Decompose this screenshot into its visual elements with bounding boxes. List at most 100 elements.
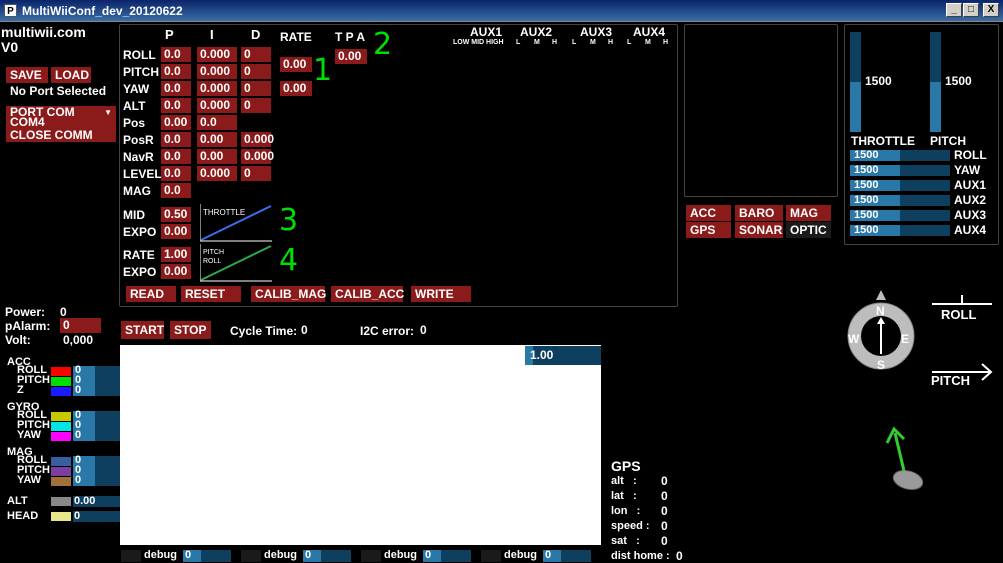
pid-roll-i-field[interactable]: 0.000 bbox=[197, 47, 237, 62]
debug-4-label: debug bbox=[504, 549, 537, 561]
rc-yaw-value: 1500 bbox=[854, 164, 879, 176]
pid-pos-i-field[interactable]: 0.0 bbox=[197, 115, 237, 130]
acc-legend-z-toggle[interactable] bbox=[51, 387, 71, 396]
debug-1-toggle[interactable] bbox=[121, 550, 141, 562]
aux2-sub-m: M bbox=[534, 39, 540, 46]
i2c-error-label: I2C error: bbox=[360, 324, 415, 338]
read-button[interactable]: READ bbox=[126, 286, 176, 302]
orientation-3d-view bbox=[885, 426, 924, 491]
sensor-graph[interactable] bbox=[120, 345, 601, 545]
gyro-legend-pitch-toggle[interactable] bbox=[51, 422, 71, 431]
pid-alt-d-field[interactable]: 0 bbox=[241, 98, 271, 113]
tpa-field[interactable]: 0.00 bbox=[335, 49, 367, 64]
gps-row-label-3: speed : bbox=[611, 520, 650, 532]
pid-posr-p-field[interactable]: 0.0 bbox=[161, 132, 191, 147]
pid-row-label-yaw: YAW bbox=[123, 82, 150, 96]
write-button[interactable]: WRITE bbox=[411, 286, 471, 302]
pid-posr-d-field[interactable]: 0.000 bbox=[241, 132, 274, 147]
pid-mag-p-field[interactable]: 0.0 bbox=[161, 183, 191, 198]
gps-row-value-1: 0 bbox=[661, 489, 668, 503]
save-button[interactable]: SAVE bbox=[6, 67, 48, 83]
pid-row-label-posr: PosR bbox=[123, 133, 154, 147]
alt-legend-toggle[interactable] bbox=[51, 497, 71, 506]
start-button[interactable]: START bbox=[121, 321, 164, 339]
rc-aux1-label: AUX1 bbox=[954, 178, 987, 192]
pid-pitch-p-field[interactable]: 0.0 bbox=[161, 64, 191, 79]
rate-roll-pitch-field[interactable]: 0.00 bbox=[280, 57, 312, 72]
aux2-sub-h: H bbox=[552, 39, 558, 46]
volt-label: Volt: bbox=[5, 333, 31, 347]
cycle-time-label: Cycle Time: bbox=[230, 324, 298, 338]
pid-roll-d-field[interactable]: 0 bbox=[241, 47, 271, 62]
sonar-indicator: SONAR bbox=[735, 222, 783, 238]
pid-level-i-field[interactable]: 0.000 bbox=[197, 166, 237, 181]
power-label: Power: bbox=[5, 305, 46, 319]
gps-row-label-5: dist home : bbox=[611, 550, 670, 562]
pid-level-p-field[interactable]: 0.0 bbox=[161, 166, 191, 181]
gyro-legend-roll-toggle[interactable] bbox=[51, 412, 71, 421]
pid-yaw-d-field[interactable]: 0 bbox=[241, 81, 271, 96]
debug-2-toggle[interactable] bbox=[241, 550, 261, 562]
pid-alt-i-field[interactable]: 0.000 bbox=[197, 98, 237, 113]
tpa-header: T P A bbox=[335, 30, 366, 44]
palarm-label: pAlarm: bbox=[5, 319, 51, 333]
gps-row-label-2: lon : bbox=[611, 505, 641, 517]
calib-acc-button[interactable]: CALIB_ACC bbox=[331, 286, 404, 302]
debug-3-toggle[interactable] bbox=[361, 550, 381, 562]
pid-roll-p-field[interactable]: 0.0 bbox=[161, 47, 191, 62]
p-header: P bbox=[165, 27, 174, 42]
debug-4-toggle[interactable] bbox=[481, 550, 501, 562]
pid-level-d-field[interactable]: 0 bbox=[241, 166, 271, 181]
mid-field[interactable]: 0.50 bbox=[161, 207, 191, 222]
mag-legend-roll-toggle[interactable] bbox=[51, 457, 71, 466]
pid-posr-i-field[interactable]: 0.00 bbox=[197, 132, 237, 147]
calib-mag-button[interactable]: CALIB_MAG bbox=[251, 286, 326, 302]
pid-navr-i-field[interactable]: 0.00 bbox=[197, 149, 237, 164]
close-button[interactable]: X bbox=[983, 3, 999, 17]
close-comm-button[interactable]: CLOSE COMM bbox=[6, 128, 116, 142]
pitch-bar-fill bbox=[930, 82, 941, 132]
mag-indicator: MAG bbox=[786, 205, 831, 221]
head-legend-toggle[interactable] bbox=[51, 512, 71, 521]
pid-yaw-p-field[interactable]: 0.0 bbox=[161, 81, 191, 96]
throttle-curve-label: THROTTLE bbox=[203, 208, 246, 217]
debug-4-value: 0 bbox=[545, 549, 552, 561]
graph-scale-slider[interactable]: 1.00 bbox=[525, 346, 601, 365]
mag-legend-yaw-toggle[interactable] bbox=[51, 477, 71, 486]
pid-row-label-alt: ALT bbox=[123, 99, 146, 113]
maximize-button[interactable]: □ bbox=[963, 3, 979, 17]
pid-yaw-i-field[interactable]: 0.000 bbox=[197, 81, 237, 96]
rate-curve-label: RATE bbox=[123, 248, 155, 262]
pid-row-label-navr: NavR bbox=[123, 150, 154, 164]
load-button[interactable]: LOAD bbox=[51, 67, 91, 83]
reset-button[interactable]: RESET bbox=[181, 286, 241, 302]
rc-aux3-label: AUX3 bbox=[954, 208, 987, 222]
minimize-button[interactable]: _ bbox=[946, 3, 962, 17]
rate-yaw-field[interactable]: 0.00 bbox=[280, 81, 312, 96]
rc-aux4-bar: 1500 bbox=[850, 224, 950, 236]
app-icon: P bbox=[4, 4, 17, 17]
rc-aux2-label: AUX2 bbox=[954, 193, 987, 207]
acc-legend-pitch-toggle[interactable] bbox=[51, 377, 71, 386]
stop-button[interactable]: STOP bbox=[170, 321, 211, 339]
gyro-legend-yaw-toggle[interactable] bbox=[51, 432, 71, 441]
rc-yaw-bar: 1500 bbox=[850, 164, 950, 176]
rc-expo-field[interactable]: 0.00 bbox=[161, 264, 191, 279]
palarm-field[interactable]: 0 bbox=[60, 318, 101, 333]
aux4-header: AUX4 bbox=[633, 25, 666, 39]
pid-navr-p-field[interactable]: 0.0 bbox=[161, 149, 191, 164]
com4-option[interactable]: COM4 bbox=[6, 116, 116, 128]
pid-pos-p-field[interactable]: 0.00 bbox=[161, 115, 191, 130]
compass-s: S bbox=[877, 358, 886, 372]
rc-rate-field[interactable]: 1.00 bbox=[161, 247, 191, 262]
debug-3-value: 0 bbox=[425, 549, 432, 561]
pid-pitch-i-field[interactable]: 0.000 bbox=[197, 64, 237, 79]
acc-indicator: ACC bbox=[686, 205, 731, 221]
pid-navr-d-field[interactable]: 0.000 bbox=[241, 149, 274, 164]
mag-legend-pitch-toggle[interactable] bbox=[51, 467, 71, 476]
pid-alt-p-field[interactable]: 0.0 bbox=[161, 98, 191, 113]
acc-legend-z-label: Z bbox=[17, 384, 24, 396]
expo-field[interactable]: 0.00 bbox=[161, 224, 191, 239]
acc-legend-roll-toggle[interactable] bbox=[51, 367, 71, 376]
pid-pitch-d-field[interactable]: 0 bbox=[241, 64, 271, 79]
